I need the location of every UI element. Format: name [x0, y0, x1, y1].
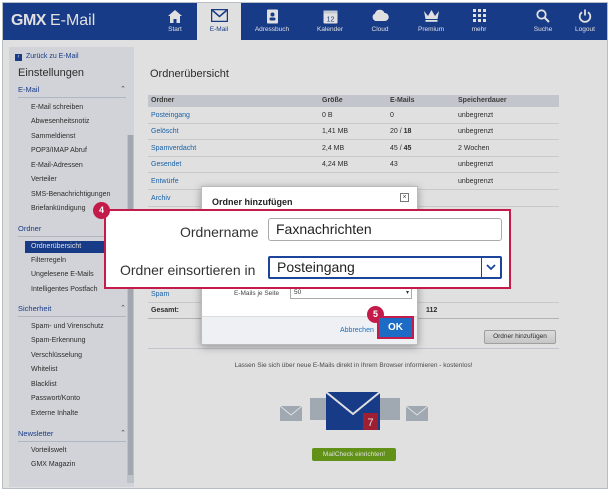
- sort-into-label: Ordner einsortieren in: [120, 262, 256, 278]
- dialog-title: Ordner hinzufügen: [212, 197, 293, 207]
- folder-name-label: Ordnername: [180, 224, 259, 240]
- chevron-down-icon: ▾: [405, 290, 409, 296]
- step-4-badge: 4: [93, 202, 110, 219]
- close-icon[interactable]: ×: [400, 193, 409, 202]
- folder-name-input[interactable]: Faxnachrichten: [268, 218, 502, 241]
- zoomed-form-callout: Ordnername Faxnachrichten Ordner einsort…: [104, 209, 511, 289]
- chevron-down-icon[interactable]: [481, 258, 500, 277]
- cancel-link[interactable]: Abbrechen: [340, 327, 374, 334]
- sort-into-select[interactable]: Posteingang: [268, 256, 502, 279]
- ok-button[interactable]: OK: [377, 316, 414, 339]
- per-page-label: E-Mails je Seite: [234, 290, 280, 297]
- browser-frame: GMX E-Mail Start E-Mail Adressbuch 12 Kal…: [2, 2, 608, 489]
